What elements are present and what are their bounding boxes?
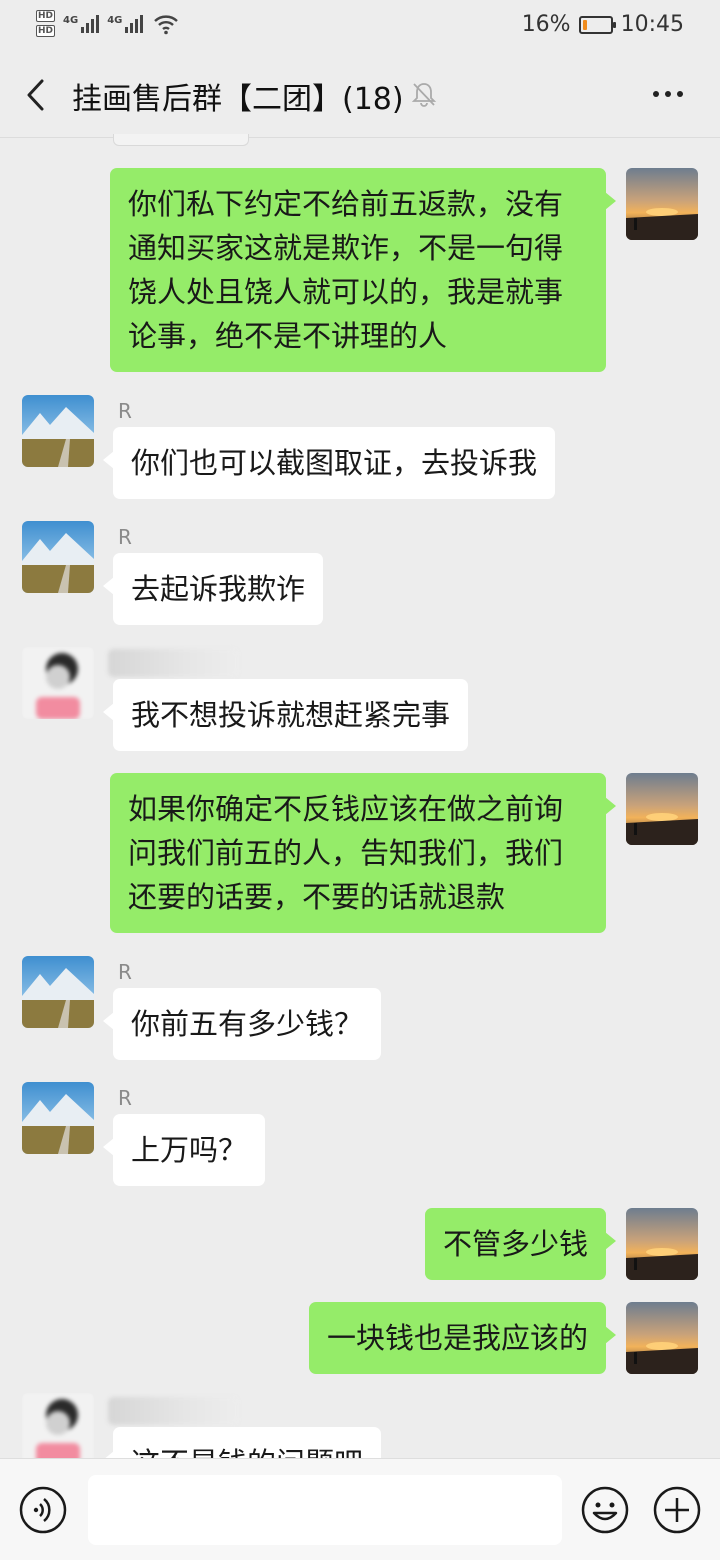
message-row: 一块钱也是我应该的 <box>0 1302 720 1382</box>
my-avatar[interactable] <box>626 1208 698 1280</box>
sender-name: R <box>118 1086 132 1110</box>
message-bubble[interactable]: 如果你确定不反钱应该在做之前询 问我们前五的人，告知我们，我们 还要的话要，不要… <box>110 773 616 933</box>
my-avatar[interactable] <box>626 773 698 845</box>
message-row: R 去起诉我欺诈 <box>0 521 720 631</box>
status-bar: HD HD 4G 4G 16% 10:45 <box>0 0 720 52</box>
sender-avatar[interactable] <box>22 1082 94 1154</box>
chat-header: 挂画售后群【二团】(18) <box>0 52 720 138</box>
sender-name: R <box>118 399 132 423</box>
message-bubble[interactable]: 这不是钱的问题吧 <box>102 1427 382 1458</box>
input-bar <box>0 1458 720 1560</box>
clock: 10:45 <box>620 12 684 37</box>
blurred-avatar[interactable] <box>22 1393 94 1458</box>
message-row: 这不是钱的问题吧 <box>0 1393 720 1458</box>
battery-percent: 16% <box>521 12 571 37</box>
network-indicators: HD HD 4G 4G <box>36 10 179 37</box>
my-avatar[interactable] <box>626 168 698 240</box>
partial-previous-message <box>113 134 249 146</box>
message-row: 我不想投诉就想赶紧完事 <box>0 647 720 757</box>
network-type-2: 4G <box>107 14 123 26</box>
sender-avatar[interactable] <box>22 521 94 593</box>
status-right: 16% 10:45 <box>522 12 684 37</box>
chevron-left-icon[interactable] <box>22 78 52 112</box>
hd-indicators: HD HD <box>36 10 56 37</box>
message-row: R 你前五有多少钱？ <box>0 956 720 1066</box>
hd-badge-2: HD <box>36 25 56 37</box>
more-dots-icon[interactable] <box>650 82 686 106</box>
message-row: R 上万吗？ <box>0 1082 720 1192</box>
battery-icon <box>578 15 616 34</box>
plus-icon[interactable] <box>652 1485 702 1535</box>
message-row: 你们私下约定不给前五返款，没有 通知买家这就是欺诈，不是一句得 饶人处且饶人就可… <box>0 168 720 378</box>
message-input[interactable] <box>88 1475 562 1545</box>
message-bubble[interactable]: 我不想投诉就想赶紧完事 <box>102 679 469 751</box>
message-bubble[interactable]: 你们也可以截图取证，去投诉我 <box>102 427 556 499</box>
bell-off-icon <box>411 83 437 107</box>
signal-icon: 4G <box>63 14 100 33</box>
message-bubble[interactable]: 不管多少钱 <box>424 1208 617 1280</box>
hd-badge-1: HD <box>36 10 56 22</box>
message-bubble[interactable]: 去起诉我欺诈 <box>102 553 324 625</box>
sender-avatar[interactable] <box>22 395 94 467</box>
blurred-avatar[interactable] <box>22 647 94 719</box>
wifi-icon <box>154 14 179 34</box>
chat-title: 挂画售后群【二团】(18) <box>72 82 404 117</box>
message-bubble[interactable]: 你们私下约定不给前五返款，没有 通知买家这就是欺诈，不是一句得 饶人处且饶人就可… <box>110 168 616 372</box>
message-bubble[interactable]: 你前五有多少钱？ <box>102 988 382 1060</box>
message-row: R 你们也可以截图取证，去投诉我 <box>0 395 720 505</box>
message-row: 如果你确定不反钱应该在做之前询 问我们前五的人，告知我们，我们 还要的话要，不要… <box>0 773 720 943</box>
my-avatar[interactable] <box>626 1302 698 1374</box>
message-bubble[interactable]: 一块钱也是我应该的 <box>308 1302 617 1374</box>
message-row: 不管多少钱 <box>0 1208 720 1288</box>
signal-icon-2: 4G <box>107 14 144 33</box>
message-bubble[interactable]: 上万吗？ <box>102 1114 266 1186</box>
sender-name: R <box>118 525 132 549</box>
network-type-1: 4G <box>63 14 79 26</box>
voice-icon[interactable] <box>18 1485 68 1535</box>
blurred-sender-name <box>108 649 238 677</box>
sender-name: R <box>118 960 132 984</box>
emoji-icon[interactable] <box>580 1485 630 1535</box>
sender-avatar[interactable] <box>22 956 94 1028</box>
blurred-sender-name <box>108 1397 238 1425</box>
